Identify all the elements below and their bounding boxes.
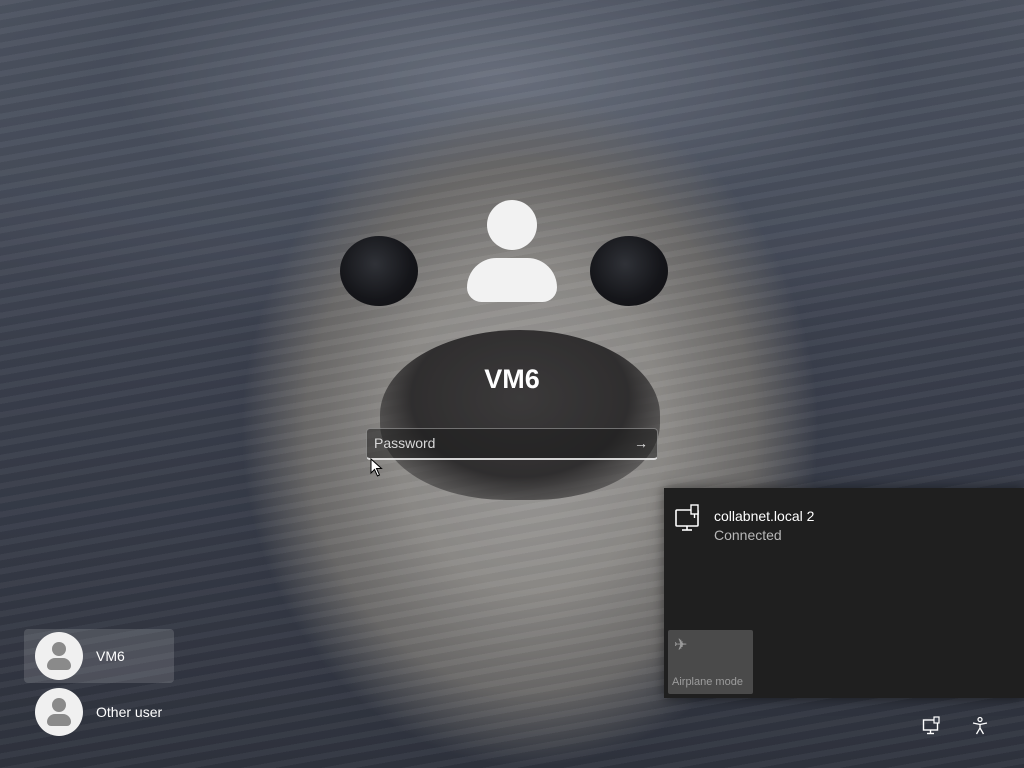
password-input[interactable] xyxy=(367,429,631,457)
airplane-icon: ✈ xyxy=(674,637,688,654)
user-list-item-vm6[interactable]: VM6 xyxy=(24,629,174,683)
lock-screen: VM6 → VM6 Other user collabnet.local 2 C… xyxy=(0,0,1024,768)
avatar-head xyxy=(487,200,537,250)
avatar xyxy=(35,632,83,680)
network-entry[interactable]: collabnet.local 2 Connected xyxy=(674,502,1014,546)
user-list-item-label: VM6 xyxy=(96,648,125,664)
arrow-right-icon[interactable]: → xyxy=(633,435,649,451)
network-flyout: collabnet.local 2 Connected ✈ Airplane m… xyxy=(664,488,1024,698)
accessibility-icon[interactable] xyxy=(968,714,992,738)
avatar-body xyxy=(467,258,557,302)
network-icon[interactable] xyxy=(920,714,944,738)
user-list-item-other-user[interactable]: Other user xyxy=(24,685,174,739)
avatar xyxy=(35,688,83,736)
user-avatar-large xyxy=(467,200,557,304)
user-list-item-label: Other user xyxy=(96,704,163,720)
network-name: collabnet.local 2 xyxy=(714,508,815,524)
user-name-title: VM6 xyxy=(484,364,540,394)
password-field-container[interactable]: → xyxy=(366,428,658,460)
airplane-mode-label: Airplane mode xyxy=(672,676,743,688)
network-status: Connected xyxy=(714,527,782,543)
mouse-pointer-icon xyxy=(370,458,383,477)
ethernet-monitor-icon xyxy=(675,504,699,531)
airplane-mode-toggle[interactable]: ✈ Airplane mode xyxy=(668,630,753,694)
